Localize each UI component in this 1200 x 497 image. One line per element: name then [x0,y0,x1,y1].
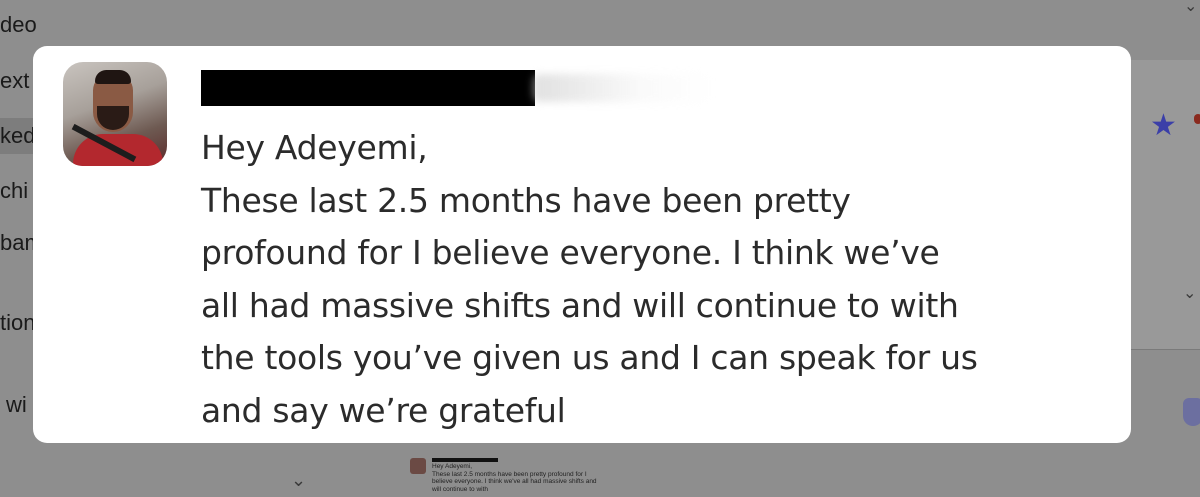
message-line: the tools you’ve given us and I can spea… [201,338,978,377]
image-preview-card: Hey Adeyemi, These last 2.5 months have … [33,46,1131,443]
message-body: Hey Adeyemi, These last 2.5 months have … [201,122,1121,437]
background-thumbnail: Hey Adeyemi, These last 2.5 months have … [408,452,598,497]
thumbnail-redaction [432,458,498,462]
thumbnail-text: Hey Adeyemi, These last 2.5 months have … [432,463,597,493]
message-line: profound for I believe everyone. I think… [201,233,940,272]
background-panel [1130,60,1200,350]
message-line: and say we’re grateful [201,390,566,430]
thumbnail-avatar [410,458,426,474]
message-line: These last 2.5 months have been pretty [201,180,851,220]
chevron-down-icon: ⌄ [1184,0,1198,15]
sidebar-item-text: ext [0,68,30,93]
notification-dot [1194,114,1200,124]
message-line: all had massive shifts and will continue… [201,285,959,325]
thumbnail-body: These last 2.5 months have been pretty p… [432,470,597,493]
sidebar-item-notifications: tion [0,310,36,335]
sidebar-item-widgets: wi [6,392,27,417]
avatar [63,62,167,166]
sidebar-item-linked: ked [0,118,35,154]
redacted-blur [533,74,713,102]
redacted-name-bar [201,70,535,106]
sidebar-item-archive: chi [0,178,29,203]
shield-icon [1183,398,1200,426]
message-greeting: Hey Adeyemi, [201,128,428,167]
star-icon: ★ [1150,109,1177,142]
chevron-down-icon: ⌄ [291,470,307,490]
chevron-down-icon: ⌄ [1183,285,1197,302]
sidebar-item-video: deo [0,12,37,37]
thumbnail-greeting: Hey Adeyemi, [432,463,473,470]
